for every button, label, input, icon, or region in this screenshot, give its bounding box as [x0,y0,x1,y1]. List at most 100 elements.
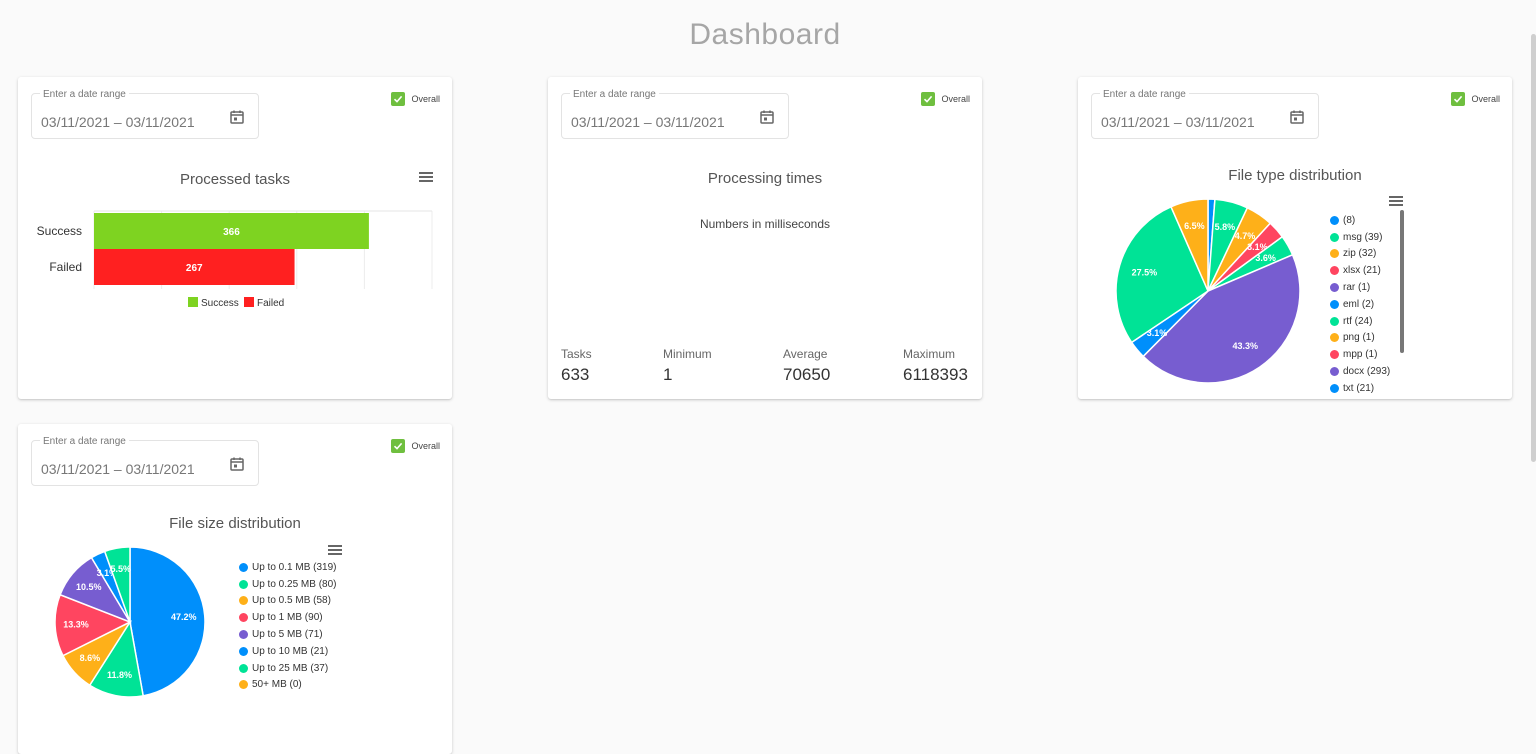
stat-minimum-label: Minimum [663,347,712,361]
menu-icon[interactable] [419,172,433,182]
date-range-input[interactable]: Enter a date range 03/11/2021 – 03/11/20… [31,436,259,486]
legend-label: rtf (24) [1343,315,1373,327]
stat-maximum-label: Maximum [903,347,956,361]
bar-chart: 366 Success 267 Failed Success Failed [37,210,433,309]
legend-item[interactable]: Up to 0.25 MB (80) [239,576,336,593]
legend-item[interactable]: mpp (1) [1330,346,1390,363]
legend-dot-icon [1330,299,1339,309]
pie-data-label: 4.7% [1235,231,1256,241]
calendar-icon[interactable] [1289,109,1305,125]
legend-dot-icon [1330,350,1339,360]
legend-label: rar (1) [1343,282,1371,294]
checkbox-checked-icon [391,92,406,106]
overall-label: Overall [1471,94,1500,104]
legend-dot-icon [239,680,248,690]
legend-item[interactable]: zip (32) [1330,246,1390,263]
legend-item[interactable]: msg (39) [1330,229,1390,246]
pie-data-label: 43.3% [1232,341,1258,351]
legend-label: zip (32) [1343,248,1377,260]
category-label: Success [37,224,82,238]
overall-checkbox[interactable]: Overall [391,92,440,106]
legend-item[interactable]: (8) [1330,212,1390,229]
legend-label: 50+ MB (0) [252,679,302,691]
legend-item[interactable]: rar (1) [1330,279,1390,296]
calendar-icon[interactable] [229,109,245,125]
pie-data-label: 5.5% [111,564,132,574]
legend-label: msg (39) [1343,231,1383,243]
legend-item[interactable]: rtf (24) [1330,313,1390,330]
legend-dot-icon [239,646,248,656]
file-size-legend: Up to 0.1 MB (319) Up to 0.25 MB (80) Up t… [239,559,336,693]
date-range-label: Enter a date range [1100,89,1189,101]
chart-title: File size distribution [169,515,301,532]
date-range-value: 03/11/2021 – 03/11/2021 [41,114,195,130]
checkbox-checked-icon [391,439,406,453]
legend-item[interactable]: Up to 10 MB (21) [239,643,336,660]
legend-dot-icon [239,663,248,673]
checkbox-checked-icon [921,92,936,106]
calendar-icon[interactable] [759,109,775,125]
page-scrollbar[interactable] [1531,34,1536,462]
legend-item[interactable]: eml (2) [1330,296,1390,313]
legend-label[interactable]: Success [201,298,239,309]
stat-tasks-label: Tasks [561,347,592,361]
overall-checkbox[interactable]: Overall [391,439,440,453]
legend-label: Up to 10 MB (21) [252,645,329,657]
legend-label: xlsx (21) [1343,265,1381,277]
calendar-icon[interactable] [229,456,245,472]
date-range-input[interactable]: Enter a date range 03/11/2021 – 03/11/20… [1091,89,1319,139]
file-type-legend: (8) msg (39) zip (32) xlsx (21) rar (1) eml (… [1330,212,1390,397]
legend-label: Up to 25 MB (37) [252,662,329,674]
date-range-input[interactable]: Enter a date range 03/11/2021 – 03/11/20… [31,89,259,139]
legend-dot-icon [239,596,248,606]
file-type-pie-chart: 5.8%4.7%3.1%3.6%43.3%3.1%27.5%6.5% [1115,198,1301,384]
stat-maximum-value: 6118393 [903,365,968,384]
legend-label: Up to 5 MB (71) [252,629,323,641]
legend-dot-icon [239,562,248,572]
menu-icon[interactable] [1389,196,1403,206]
overall-checkbox[interactable]: Overall [921,92,970,106]
legend-dot-icon [239,630,248,640]
legend-dot-icon [1330,316,1339,326]
legend-item[interactable]: png (1) [1330,330,1390,347]
legend-label: Up to 0.25 MB (80) [252,578,337,590]
legend-dot-icon [1330,383,1339,393]
legend-item[interactable]: xlsx (21) [1330,262,1390,279]
legend-scrollbar[interactable] [1400,210,1404,353]
file-size-pie-chart: 47.2%11.8%8.6%13.3%10.5%3.1%5.5% [54,546,206,698]
stat-average-value: 70650 [783,365,831,384]
pie-data-label: 47.2% [171,612,197,622]
legend-dot-icon [1330,215,1339,225]
legend-item[interactable]: Up to 1 MB (90) [239,609,336,626]
legend-item[interactable]: txt (21) [1330,380,1390,397]
legend-item[interactable]: Up to 25 MB (37) [239,660,336,677]
legend-label: Up to 0.1 MB (319) [252,561,337,573]
legend-dot-icon [1330,232,1339,242]
pie-data-label: 8.6% [80,653,101,663]
legend-item[interactable]: docx (293) [1330,363,1390,380]
file-type-card: Enter a date range 03/11/2021 – 03/11/20… [1078,77,1512,399]
legend-dot-icon [1330,283,1339,293]
chart-title: Processed tasks [179,171,291,188]
stat-tasks-value: 633 [561,365,590,384]
legend-marker[interactable] [244,297,254,307]
legend-label: Up to 1 MB (90) [252,612,323,624]
overall-checkbox[interactable]: Overall [1451,92,1500,106]
legend-dot-icon [239,579,248,589]
legend-label: txt (21) [1343,382,1375,394]
date-range-label: Enter a date range [40,89,129,101]
legend-item[interactable]: Up to 0.5 MB (58) [239,593,336,610]
legend-item[interactable]: Up to 0.1 MB (319) [239,559,336,576]
legend-label: Up to 0.5 MB (58) [252,595,331,607]
legend-label[interactable]: Failed [257,298,284,309]
legend-item[interactable]: Up to 5 MB (71) [239,626,336,643]
overall-label: Overall [411,441,440,451]
menu-icon[interactable] [328,545,342,555]
date-range-label: Enter a date range [40,436,129,448]
legend-item[interactable]: 50+ MB (0) [239,677,336,694]
overall-label: Overall [941,94,970,104]
legend-label: mpp (1) [1343,349,1378,361]
date-range-input[interactable]: Enter a date range 03/11/2021 – 03/11/20… [561,89,789,139]
legend-label: png (1) [1343,332,1375,344]
legend-marker[interactable] [188,297,198,307]
